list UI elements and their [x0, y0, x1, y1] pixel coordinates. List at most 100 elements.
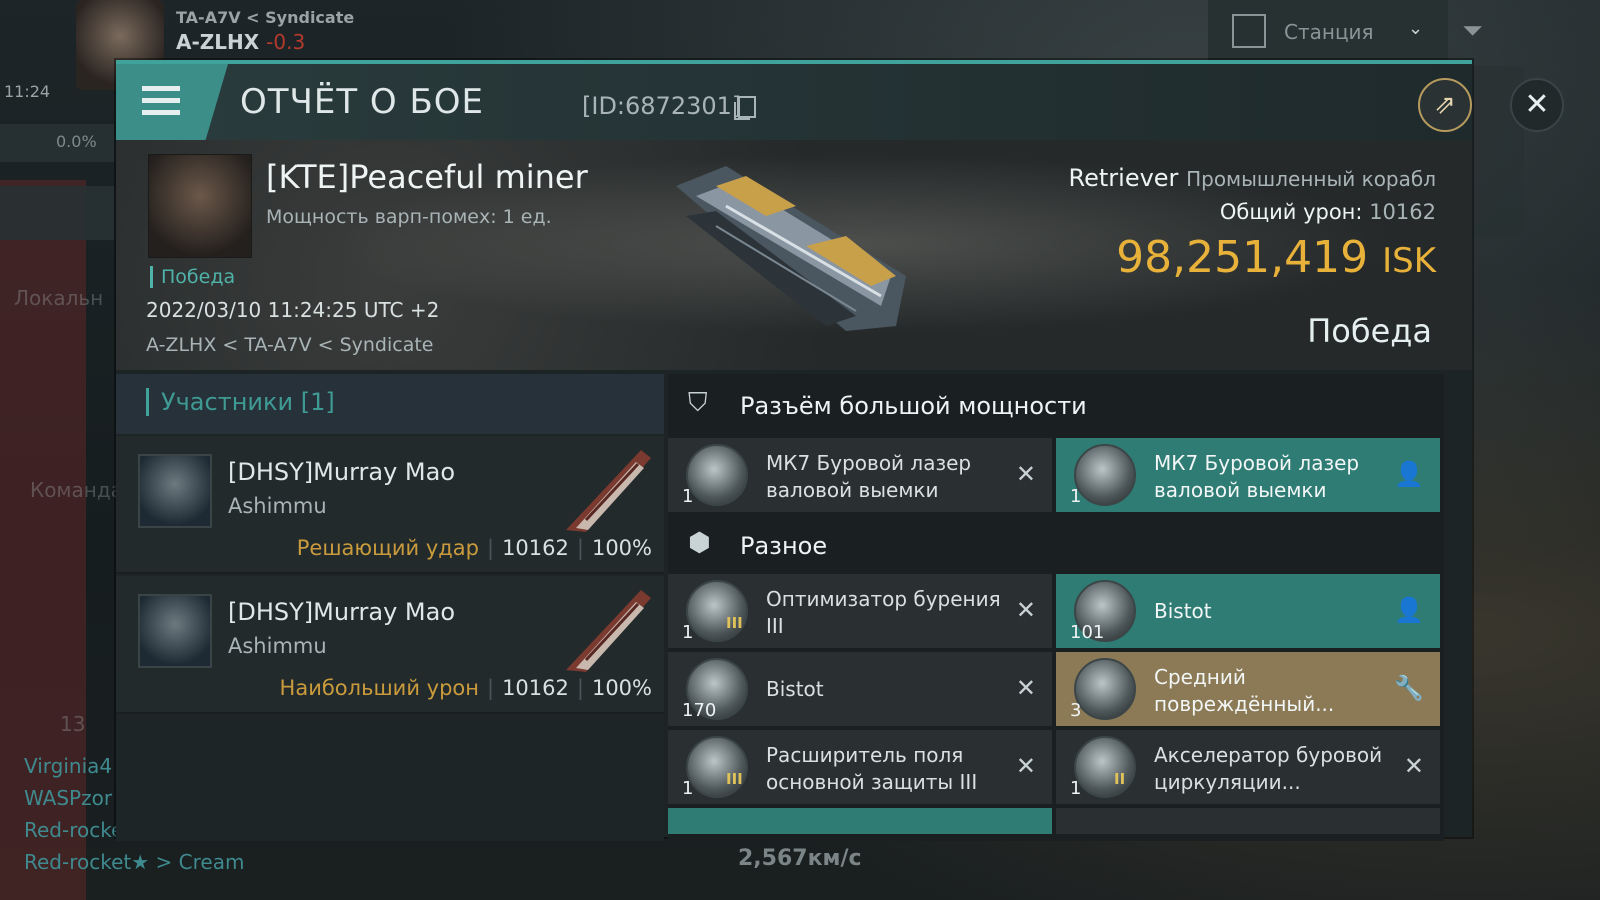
- tool-bar[interactable]: [0, 186, 114, 240]
- station-checkbox[interactable]: [1232, 14, 1266, 48]
- module-item[interactable]: 1 III Оптимизатор бурения III ✕: [668, 574, 1052, 648]
- filter-icon[interactable]: ⏷: [1462, 16, 1483, 47]
- attacker-stats: Решающий удар | 10162 | 100%: [296, 536, 652, 560]
- shield-extender-icon: [686, 736, 748, 798]
- accelerator-icon: [1074, 736, 1136, 798]
- module-item[interactable]: 1 МК7 Буровой лазер валовой выемки 👤: [1056, 438, 1440, 512]
- item-name: МК7 Буровой лазер валовой выемки: [1154, 451, 1360, 502]
- copy-icon[interactable]: [734, 96, 756, 120]
- item-quantity: 1: [1070, 778, 1082, 799]
- module-item[interactable]: 3 Средний повреждённый... 🔧: [1056, 652, 1440, 726]
- isk-amount: 98,251,419: [1116, 232, 1369, 283]
- victim-name[interactable]: [KTE]Peaceful miner: [266, 158, 588, 196]
- local-label[interactable]: Локальн: [14, 286, 103, 310]
- victim-portrait[interactable]: [148, 154, 252, 258]
- item-quantity: 3: [1070, 700, 1082, 721]
- item-name: Оптимизатор бурения III: [766, 587, 1001, 638]
- item-tier: II: [1114, 770, 1126, 788]
- mining-laser-icon: [686, 444, 748, 506]
- module-item[interactable]: 1 III Расширитель поля основной защиты I…: [668, 730, 1052, 804]
- system-name[interactable]: A-ZLHX -0.3: [176, 30, 305, 54]
- clock: 11:24: [4, 82, 51, 101]
- total-damage-label: Общий урон:: [1219, 200, 1363, 224]
- menu-button[interactable]: [116, 64, 228, 140]
- module-item-partial[interactable]: [1056, 808, 1440, 834]
- mining-laser-icon: [1074, 444, 1136, 506]
- participants-title: Участники [1]: [146, 388, 335, 416]
- item-name: Bistot: [766, 677, 824, 701]
- high-slot-icon: ⛉: [688, 388, 708, 418]
- attacker-ship: Ashimmu: [228, 634, 327, 658]
- share-button[interactable]: ⇗: [1418, 78, 1472, 132]
- security-status: -0.3: [266, 30, 306, 54]
- attacker-row[interactable]: [DHSY]Murray Mao Ashimmu Решающий удар | 1…: [116, 436, 664, 574]
- ship-image[interactable]: [656, 156, 926, 336]
- dropped-person-icon: 👤: [1394, 460, 1424, 488]
- dropped-person-icon: 👤: [1394, 596, 1424, 624]
- salvage-part-icon: [1074, 658, 1136, 720]
- ship-name[interactable]: Retriever Промышленный корабл: [1069, 164, 1436, 192]
- close-button[interactable]: ✕: [1510, 78, 1564, 132]
- isk-value: 98,251,419 ISK: [1116, 232, 1436, 283]
- destroyed-icon: ✕: [1403, 752, 1424, 780]
- fitting-panel: ⛉ Разъём большой мощности 1 МК7 Буровой …: [668, 374, 1444, 841]
- total-damage-value: 10162: [1369, 200, 1436, 224]
- chevron-down-icon[interactable]: ⌄: [1408, 18, 1423, 39]
- module-item[interactable]: 101 Bistot 👤: [1056, 574, 1440, 648]
- misc-section-header: ⬢ Разное: [668, 514, 1444, 578]
- module-item[interactable]: 1 II Акселератор буровой циркуляции... ✕: [1056, 730, 1440, 804]
- attacker-name: [DHSY]Murray Mao: [228, 598, 456, 626]
- ship-type: Retriever: [1068, 164, 1179, 192]
- close-icon: ✕: [1524, 87, 1550, 122]
- item-quantity: 1: [1070, 486, 1082, 507]
- destroyed-icon: ✕: [1015, 752, 1036, 780]
- item-name: Акселератор буровой циркуляции...: [1154, 743, 1383, 794]
- kill-location[interactable]: A-ZLHX < TA-A7V < Syndicate: [146, 334, 434, 356]
- total-damage: Общий урон: 10162: [1220, 200, 1436, 224]
- local-count: 13: [60, 712, 86, 736]
- attacker-name: [DHSY]Murray Mao: [228, 458, 456, 486]
- share-icon: ⇗: [1434, 90, 1456, 120]
- victim-result-tag: Победа: [150, 266, 235, 288]
- item-tier: III: [726, 614, 743, 632]
- module-item[interactable]: 170 Bistot ✕: [668, 652, 1052, 726]
- attacker-percent: 100%: [591, 536, 652, 560]
- item-name: Расширитель поля основной защиты III: [766, 743, 978, 794]
- chat-entry[interactable]: Red-rocket★ > Cream: [24, 846, 244, 878]
- menu-icon: [142, 86, 180, 116]
- cargo-button[interactable]: 0.0%: [0, 124, 114, 162]
- module-item[interactable]: 1 МК7 Буровой лазер валовой выемки ✕: [668, 438, 1052, 512]
- attacker-damage: 10162: [502, 536, 569, 560]
- dialog-title: ОТЧЁТ О БОЕ: [240, 82, 485, 122]
- kill-result: Победа: [1307, 312, 1432, 350]
- destroyed-icon: ✕: [1015, 596, 1036, 624]
- attacker-portrait[interactable]: [138, 454, 212, 528]
- attacker-ship-image: [566, 450, 651, 532]
- item-name: Bistot: [1154, 599, 1212, 623]
- system-path: TA-A7V < Syndicate: [176, 8, 355, 27]
- kill-date: 2022/03/10 11:24:25 UTC +2: [146, 298, 440, 322]
- attacker-portrait[interactable]: [138, 594, 212, 668]
- attacker-ship: Ashimmu: [228, 494, 327, 518]
- cargo-percent: 0.0%: [56, 132, 97, 151]
- attacker-percent: 100%: [591, 676, 652, 700]
- attacker-row[interactable]: [DHSY]Murray Mao Ashimmu Наибольший урон…: [116, 576, 664, 714]
- high-slot-section-header: ⛉ Разъём большой мощности: [668, 374, 1444, 438]
- wrench-icon: 🔧: [1394, 674, 1424, 702]
- misc-title: Разное: [740, 532, 828, 560]
- kill-report-dialog: ОТЧЁТ О БОЕ [ID:6872301] ⇗ ✕ [KTE]Peacef…: [116, 60, 1564, 841]
- item-quantity: 1: [682, 778, 694, 799]
- item-name: Средний повреждённый...: [1154, 665, 1335, 716]
- participants-header: Участники [1]: [116, 374, 664, 434]
- final-blow-label: Решающий удар: [296, 536, 479, 560]
- ship-class: Промышленный корабл: [1186, 167, 1436, 191]
- destroyed-icon: ✕: [1015, 460, 1036, 488]
- item-quantity: 1: [682, 622, 694, 643]
- station-filter[interactable]: Станция ⌄: [1208, 0, 1448, 66]
- cube-icon: ⬢: [688, 528, 711, 558]
- victim-banner: [KTE]Peaceful miner Мощность варп-помех:…: [116, 140, 1472, 370]
- module-item-partial[interactable]: [668, 808, 1052, 834]
- report-id: [ID:6872301]: [582, 92, 742, 120]
- item-tier: III: [726, 770, 743, 788]
- team-label[interactable]: Команда: [30, 478, 123, 502]
